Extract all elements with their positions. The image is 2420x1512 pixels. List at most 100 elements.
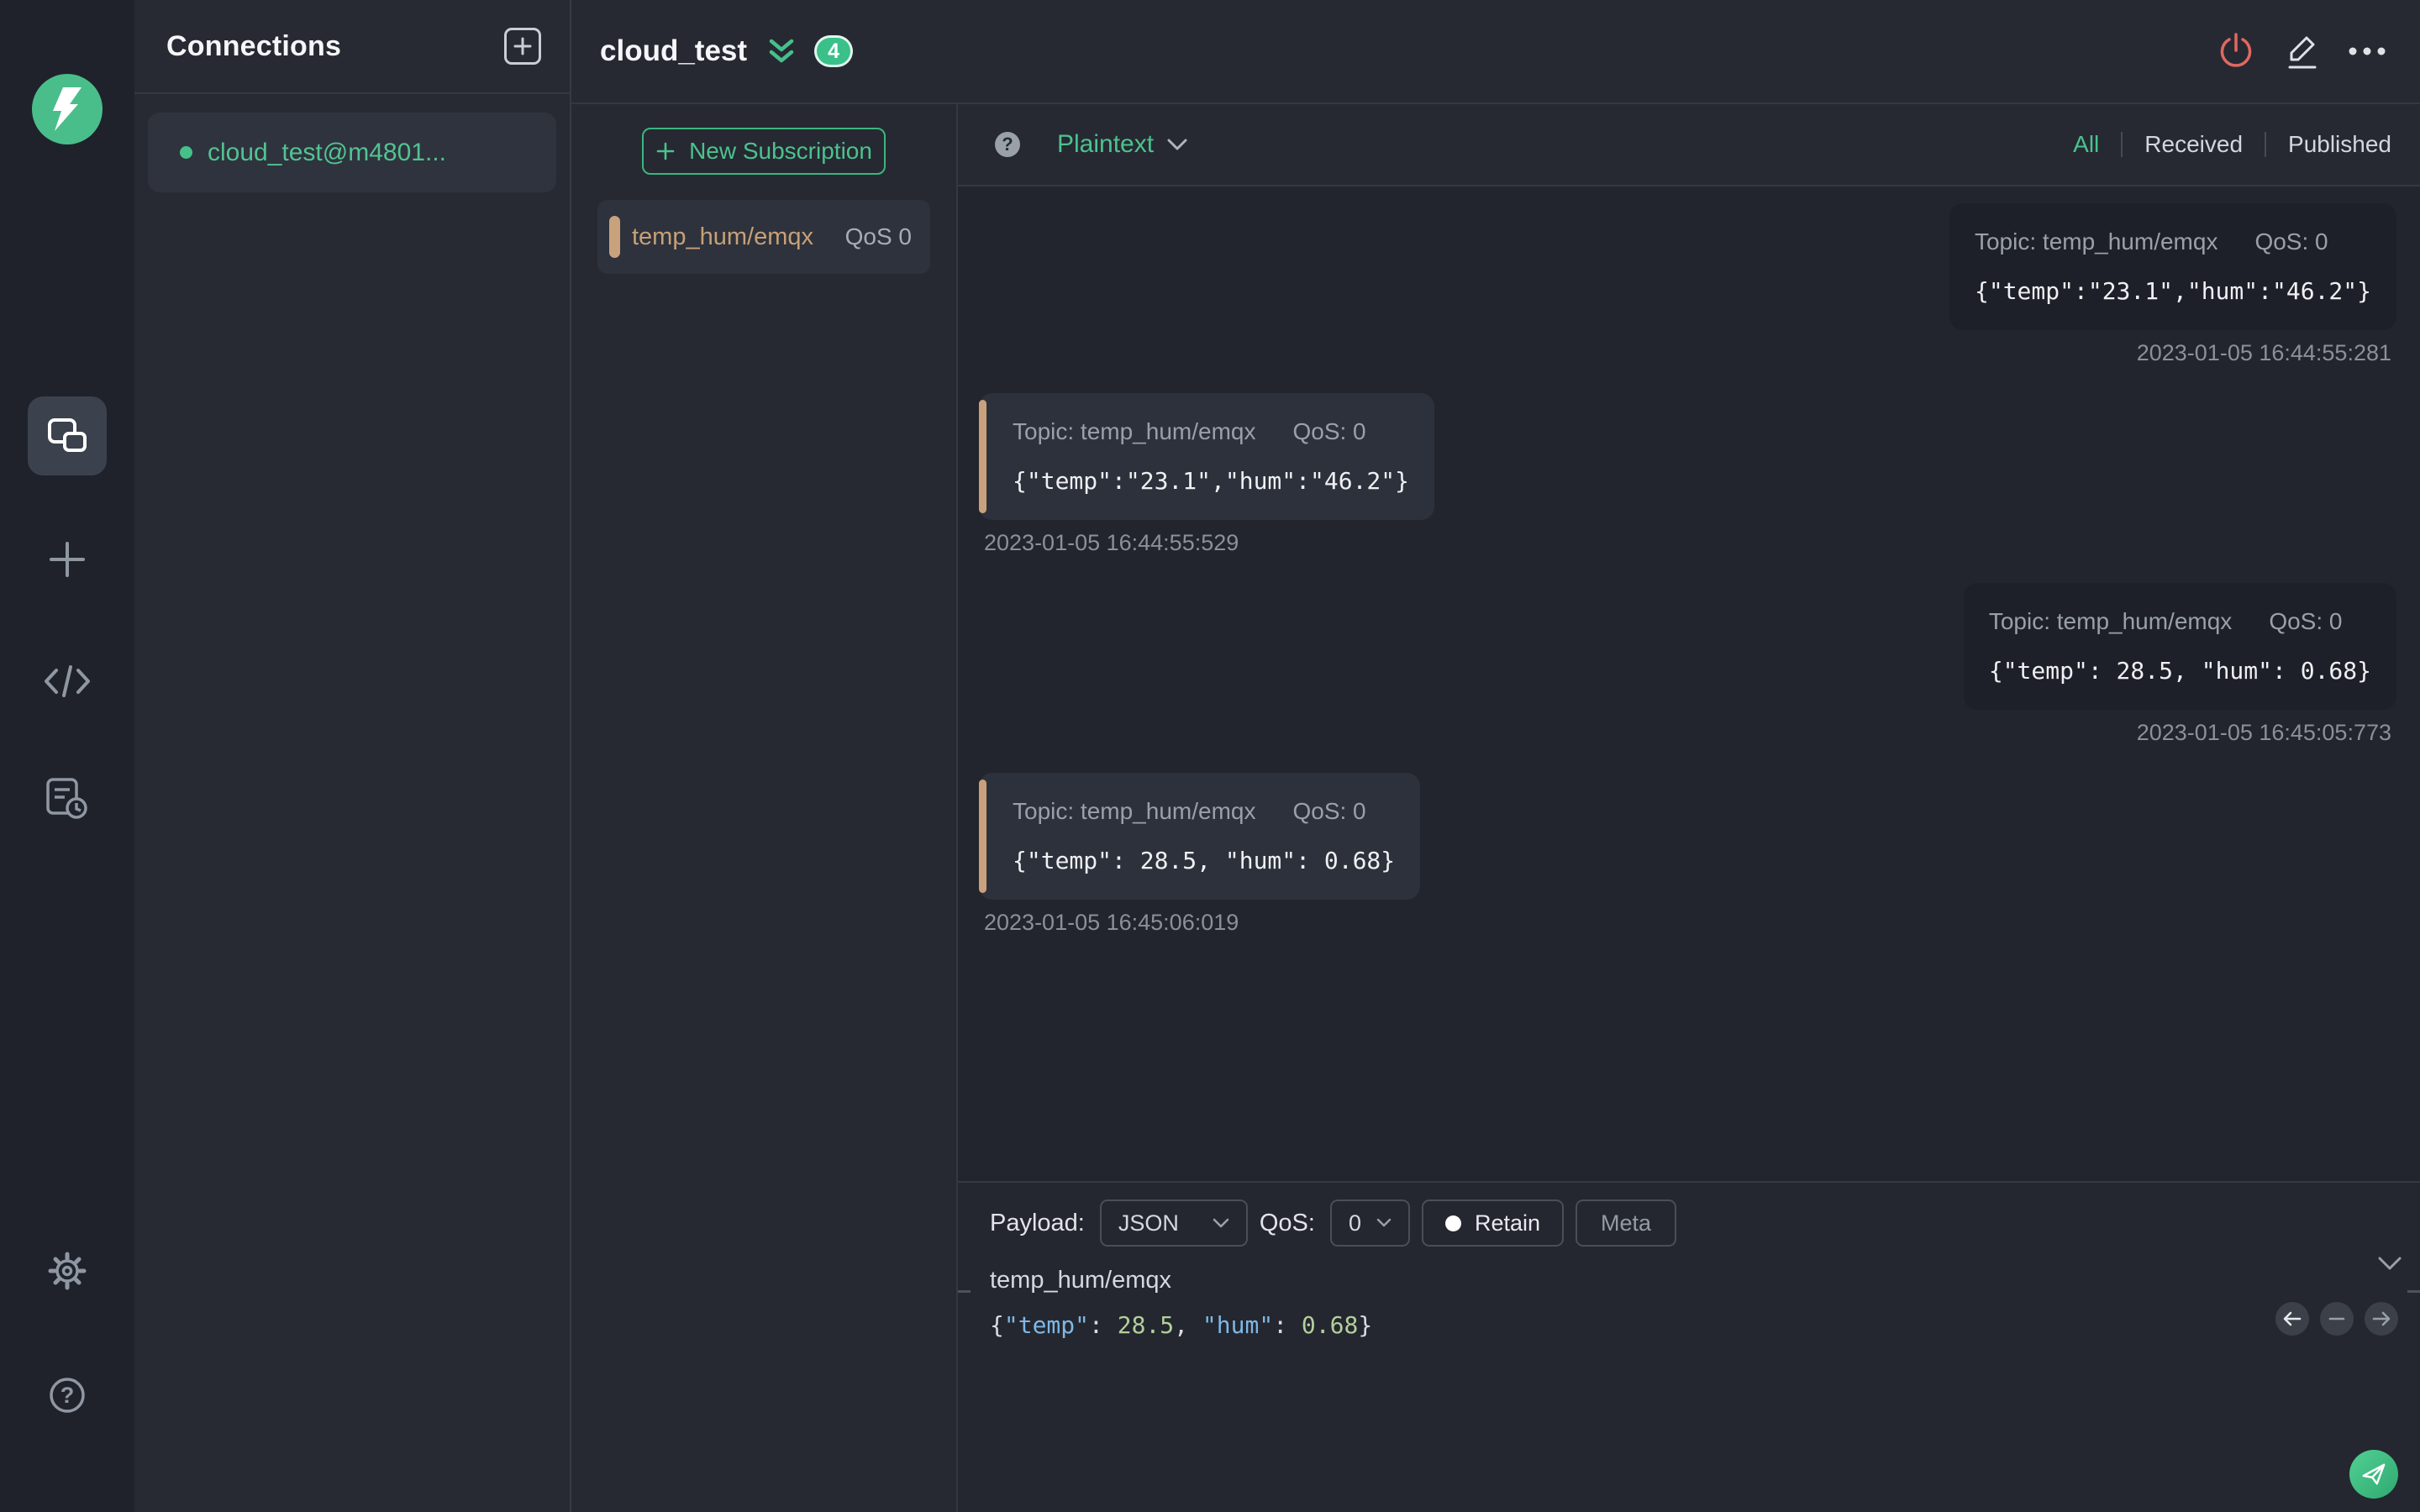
connections-header: Connections	[134, 0, 570, 94]
main-header: cloud_test 4	[571, 0, 2420, 104]
qos-select[interactable]: 0	[1329, 1200, 1410, 1247]
payload-token: "temp"	[1003, 1311, 1090, 1339]
connections-icon	[45, 416, 89, 456]
message-meta: Topic: temp_hum/emqx QoS: 0	[1989, 608, 2371, 635]
disconnect-button[interactable]	[2213, 29, 2259, 74]
message-timestamp: 2023-01-05 16:45:06:019	[984, 910, 1239, 935]
sidebar-item-connections[interactable]	[28, 396, 107, 475]
history-next-button[interactable]	[2365, 1302, 2398, 1336]
question-circle-icon: ?	[48, 1376, 87, 1415]
more-options-button[interactable]	[2344, 29, 2390, 74]
message-topic: Topic: temp_hum/emqx	[1013, 418, 1256, 444]
new-subscription-label: New Subscription	[689, 138, 872, 164]
message-bubble: Topic: temp_hum/emqx QoS: 0 {"temp":"23.…	[1949, 203, 2396, 330]
qos-value: 0	[1348, 1210, 1361, 1236]
code-icon	[43, 662, 92, 701]
content-row: New Subscription temp_hum/emqx QoS 0 ? P…	[571, 104, 2420, 1512]
new-connection-button[interactable]	[504, 28, 541, 65]
payload-format-select[interactable]: JSON	[1099, 1200, 1248, 1247]
app-sidebar: ?	[0, 0, 134, 1512]
connection-status-dot	[180, 146, 192, 159]
meta-label: Meta	[1601, 1210, 1652, 1236]
message-meta: Topic: temp_hum/emqx QoS: 0	[1013, 418, 1409, 445]
payload-token: 0.68	[1301, 1311, 1359, 1339]
meta-button[interactable]: Meta	[1576, 1200, 1677, 1247]
minus-icon	[2328, 1310, 2346, 1327]
message-topic: Topic: temp_hum/emqx	[1974, 228, 2218, 255]
message-payload: {"temp":"23.1","hum":"46.2"}	[1013, 467, 1410, 495]
message-qos: QoS: 0	[1292, 418, 1366, 444]
payload-token: }	[1358, 1311, 1373, 1339]
payload-history-nav	[2275, 1302, 2398, 1336]
payload-label: Payload:	[990, 1209, 1085, 1236]
pencil-icon	[2283, 31, 2320, 71]
message-meta: Topic: temp_hum/emqx QoS: 0	[1975, 228, 2371, 255]
tab-published[interactable]: Published	[2288, 131, 2391, 158]
chevron-down-icon	[1376, 1218, 1392, 1228]
message-received: Topic: temp_hum/emqx QoS: 0 {"temp":"23.…	[979, 393, 2396, 556]
paper-plane-icon	[2360, 1462, 2387, 1487]
subscription-topic: temp_hum/emqx	[632, 223, 813, 250]
tab-divider	[2265, 132, 2267, 157]
retain-toggle[interactable]: Retain	[1421, 1200, 1565, 1247]
editor-divider-tick	[2407, 1290, 2420, 1293]
connection-list-item[interactable]: cloud_test@m4801...	[148, 113, 556, 192]
payload-help-icon[interactable]: ?	[995, 132, 1020, 157]
publish-topic-input[interactable]: temp_hum/emqx	[990, 1267, 2420, 1294]
connection-name: cloud_test@m4801...	[208, 138, 446, 166]
payload-token: 28.5	[1117, 1311, 1175, 1339]
new-subscription-button[interactable]: New Subscription	[642, 128, 886, 175]
message-topic: Topic: temp_hum/emqx	[1013, 798, 1256, 824]
payload-editor[interactable]: {"temp": 28.5, "hum": 0.68}	[990, 1311, 2420, 1339]
message-timestamp: 2023-01-05 16:44:55:281	[2136, 340, 2391, 365]
svg-text:?: ?	[60, 1383, 75, 1408]
sidebar-item-new-connection[interactable]	[47, 539, 87, 580]
sidebar-item-script[interactable]	[43, 662, 92, 701]
double-chevron-down-icon[interactable]	[769, 38, 794, 65]
publish-topic-value: temp_hum/emqx	[990, 1267, 1171, 1294]
send-button[interactable]	[2349, 1450, 2398, 1499]
gear-icon	[47, 1251, 87, 1291]
message-published: Topic: temp_hum/emqx QoS: 0 {"temp":"23.…	[979, 203, 2396, 366]
message-bubble: Topic: temp_hum/emqx QoS: 0 {"temp": 28.…	[979, 773, 1421, 900]
arrow-left-icon	[2283, 1310, 2302, 1327]
message-timestamp: 2023-01-05 16:44:55:529	[984, 530, 1239, 555]
subscription-qos: QoS 0	[844, 223, 912, 249]
payload-token: "hum"	[1202, 1311, 1274, 1339]
subscription-item[interactable]: temp_hum/emqx QoS 0	[597, 200, 930, 274]
message-qos: QoS: 0	[1292, 798, 1366, 824]
history-clear-button[interactable]	[2320, 1302, 2354, 1336]
message-payload: {"temp": 28.5, "hum": 0.68}	[1988, 657, 2371, 685]
tab-all[interactable]: All	[2073, 131, 2099, 158]
publish-panel: Payload: JSON QoS: 0 Retain Meta temp_hu…	[958, 1181, 2420, 1512]
mqttx-logo-icon	[32, 74, 103, 144]
power-icon	[2217, 31, 2254, 71]
message-qos: QoS: 0	[2269, 608, 2343, 634]
message-meta: Topic: temp_hum/emqx QoS: 0	[1013, 798, 1395, 825]
payload-format-dropdown[interactable]: Plaintext	[1057, 130, 1187, 159]
payload-token: :	[1273, 1311, 1302, 1339]
plus-icon	[47, 539, 87, 580]
arrow-right-icon	[2372, 1310, 2391, 1327]
unread-count-badge: 4	[814, 35, 854, 67]
chevron-down-icon	[1213, 1218, 1229, 1229]
collapse-editor-chevron-icon[interactable]	[2378, 1257, 2402, 1271]
tab-received[interactable]: Received	[2144, 131, 2243, 158]
retain-dot-icon	[1444, 1215, 1461, 1231]
message-type-tabs: All Received Published	[2073, 131, 2391, 158]
message-list[interactable]: Topic: temp_hum/emqx QoS: 0 {"temp":"23.…	[958, 186, 2420, 1181]
message-payload: {"temp":"23.1","hum":"46.2"}	[1974, 277, 2371, 305]
payload-token: :	[1089, 1311, 1118, 1339]
sidebar-item-settings[interactable]	[47, 1251, 87, 1291]
sidebar-item-log[interactable]	[45, 776, 90, 820]
main-region: cloud_test 4 New Subscription temp_hum/e…	[571, 0, 2420, 1512]
header-actions	[2213, 29, 2390, 74]
chevron-down-icon	[1167, 139, 1187, 151]
plus-square-icon	[513, 36, 533, 56]
subscriptions-panel: New Subscription temp_hum/emqx QoS 0	[571, 104, 958, 1512]
sidebar-item-help[interactable]: ?	[48, 1376, 87, 1415]
connections-panel: Connections cloud_test@m4801...	[134, 0, 571, 1512]
history-prev-button[interactable]	[2275, 1302, 2309, 1336]
edit-connection-button[interactable]	[2279, 29, 2324, 74]
message-payload: {"temp": 28.5, "hum": 0.68}	[1013, 847, 1396, 874]
